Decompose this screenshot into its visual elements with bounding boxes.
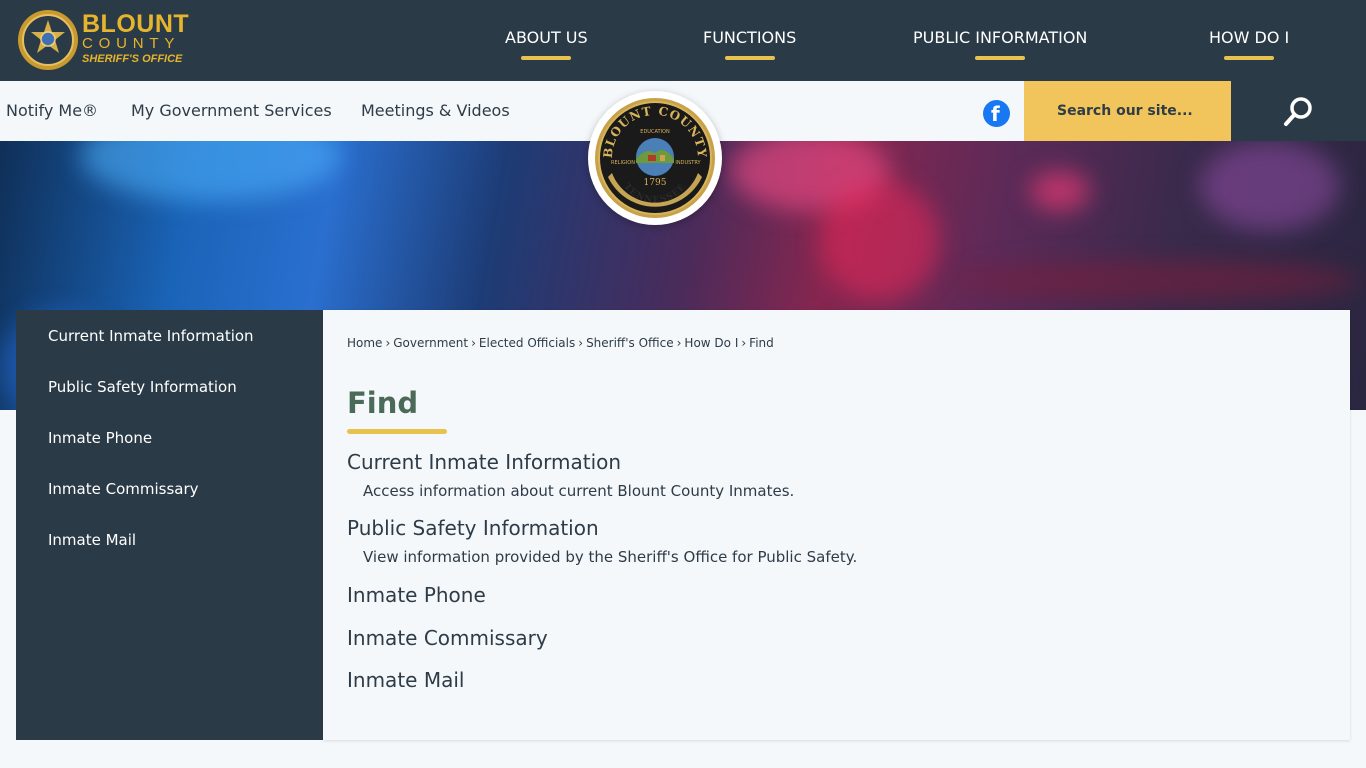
svg-text:INDUSTRY: INDUSTRY: [675, 160, 701, 166]
nav-underline: [521, 56, 572, 60]
nav-functions[interactable]: FUNCTIONS: [703, 28, 796, 60]
entry-title-inmate-phone[interactable]: Inmate Phone: [347, 583, 486, 607]
breadcrumb-sheriffs-office[interactable]: Sheriff's Office: [586, 336, 674, 350]
nav-underline: [975, 56, 1026, 60]
title-underline: [347, 429, 447, 434]
nav-underline: [724, 56, 775, 60]
entry-title-inmate-commissary[interactable]: Inmate Commissary: [347, 626, 548, 650]
nav-underline: [1224, 56, 1275, 60]
nav-about-us[interactable]: ABOUT US: [505, 28, 588, 60]
sidebar-item-public-safety-information[interactable]: Public Safety Information: [48, 378, 237, 396]
link-my-government-services[interactable]: My Government Services: [131, 101, 332, 120]
breadcrumb: Home › Government › Elected Officials › Sherif…: [347, 336, 774, 350]
sidebar: Current Inmate Information Public Safety…: [16, 310, 323, 740]
site-header: BLOUNT COUNTY SHERIFF'S OFFICE ABOUT US …: [0, 0, 1366, 81]
main-navigation: ABOUT US FUNCTIONS PUBLIC INFORMATION HO…: [0, 0, 1366, 81]
entry-title-inmate-mail[interactable]: Inmate Mail: [347, 668, 464, 692]
link-meetings-videos[interactable]: Meetings & Videos: [361, 101, 510, 120]
link-notify-me[interactable]: Notify Me®: [6, 101, 98, 120]
county-seal-icon: BLOUNT COUNTY EDUCATION RELIGION INDUSTR…: [595, 98, 715, 218]
sidebar-item-inmate-phone[interactable]: Inmate Phone: [48, 429, 152, 447]
svg-text:1795: 1795: [644, 178, 667, 188]
sidebar-item-inmate-mail[interactable]: Inmate Mail: [48, 531, 136, 549]
breadcrumb-how-do-i[interactable]: How Do I: [684, 336, 738, 350]
main-content: Home › Government › Elected Officials › Sherif…: [323, 310, 1350, 740]
search-icon: [1284, 97, 1312, 126]
entry-description: Access information about current Blount …: [363, 482, 795, 500]
search-button[interactable]: [1231, 81, 1366, 141]
breadcrumb-government[interactable]: Government: [393, 336, 468, 350]
entry-title-current-inmate-information[interactable]: Current Inmate Information: [347, 450, 621, 474]
entry-description: View information provided by the Sheriff…: [363, 548, 858, 566]
nav-public-information[interactable]: PUBLIC INFORMATION: [913, 28, 1087, 60]
breadcrumb-current: Find: [749, 336, 774, 350]
sidebar-item-inmate-commissary[interactable]: Inmate Commissary: [48, 480, 199, 498]
nav-how-do-i[interactable]: HOW DO I: [1209, 28, 1289, 60]
page-title: Find: [347, 386, 419, 420]
breadcrumb-home[interactable]: Home: [347, 336, 382, 350]
svg-text:RELIGION: RELIGION: [611, 160, 635, 166]
search-input[interactable]: [1024, 81, 1231, 141]
breadcrumb-elected-officials[interactable]: Elected Officials: [479, 336, 575, 350]
facebook-icon[interactable]: f: [983, 100, 1010, 127]
svg-text:EDUCATION: EDUCATION: [640, 129, 670, 135]
county-seal[interactable]: BLOUNT COUNTY EDUCATION RELIGION INDUSTR…: [588, 91, 722, 225]
sidebar-item-current-inmate-information[interactable]: Current Inmate Information: [48, 327, 254, 345]
entry-title-public-safety-information[interactable]: Public Safety Information: [347, 516, 599, 540]
